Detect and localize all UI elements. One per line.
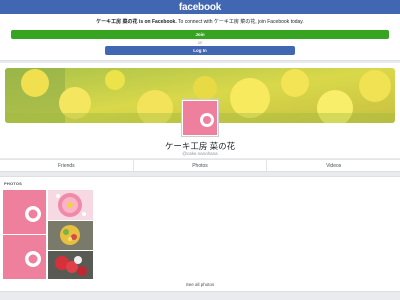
or-separator: or [197, 40, 202, 45]
photo-thumbnail[interactable] [3, 190, 46, 234]
login-button[interactable]: Log In [105, 46, 295, 55]
photo-thumbnail[interactable] [48, 251, 93, 279]
logo-photo-image [3, 235, 46, 279]
join-promo-banner: ケーキ工房 菜の花 is on Facebook. To connect wit… [0, 14, 400, 61]
tab-videos[interactable]: Videos [267, 160, 400, 171]
fruit-tart-photo-image [48, 221, 93, 250]
photo-thumbnail[interactable] [3, 235, 46, 279]
promo-invite-text: To connect with ケーキ工房 菜の花, join Facebook… [176, 19, 304, 25]
photo-thumbnail[interactable] [48, 221, 93, 250]
photo-thumbnail[interactable] [48, 190, 93, 220]
photos-heading: PHOTOS [4, 181, 23, 186]
photo-grid [3, 190, 93, 279]
cake-photo-image [48, 190, 93, 220]
tab-photos[interactable]: Photos [134, 160, 268, 171]
profile-avatar[interactable] [181, 99, 219, 137]
profile-tabs: Friends Photos Videos [0, 159, 400, 172]
promo-page-name: ケーキ工房 菜の花 is on Facebook. [96, 19, 177, 25]
photos-section: PHOTOS See all photos [0, 176, 400, 292]
see-all-photos-link[interactable]: See all photos [0, 282, 400, 287]
strawberry-cake-photo-image [48, 251, 93, 279]
facebook-logo[interactable]: facebook [179, 2, 222, 13]
join-button[interactable]: Join [11, 30, 389, 39]
tab-friends[interactable]: Friends [0, 160, 134, 171]
top-navbar: facebook [0, 0, 400, 14]
nanohana-logo-icon [183, 101, 217, 135]
promo-message: ケーキ工房 菜の花 is on Facebook. To connect wit… [0, 18, 400, 25]
page-footer-strip [0, 294, 400, 300]
logo-photo-image [3, 190, 46, 234]
page-username: @cake.nanohana [182, 151, 218, 156]
